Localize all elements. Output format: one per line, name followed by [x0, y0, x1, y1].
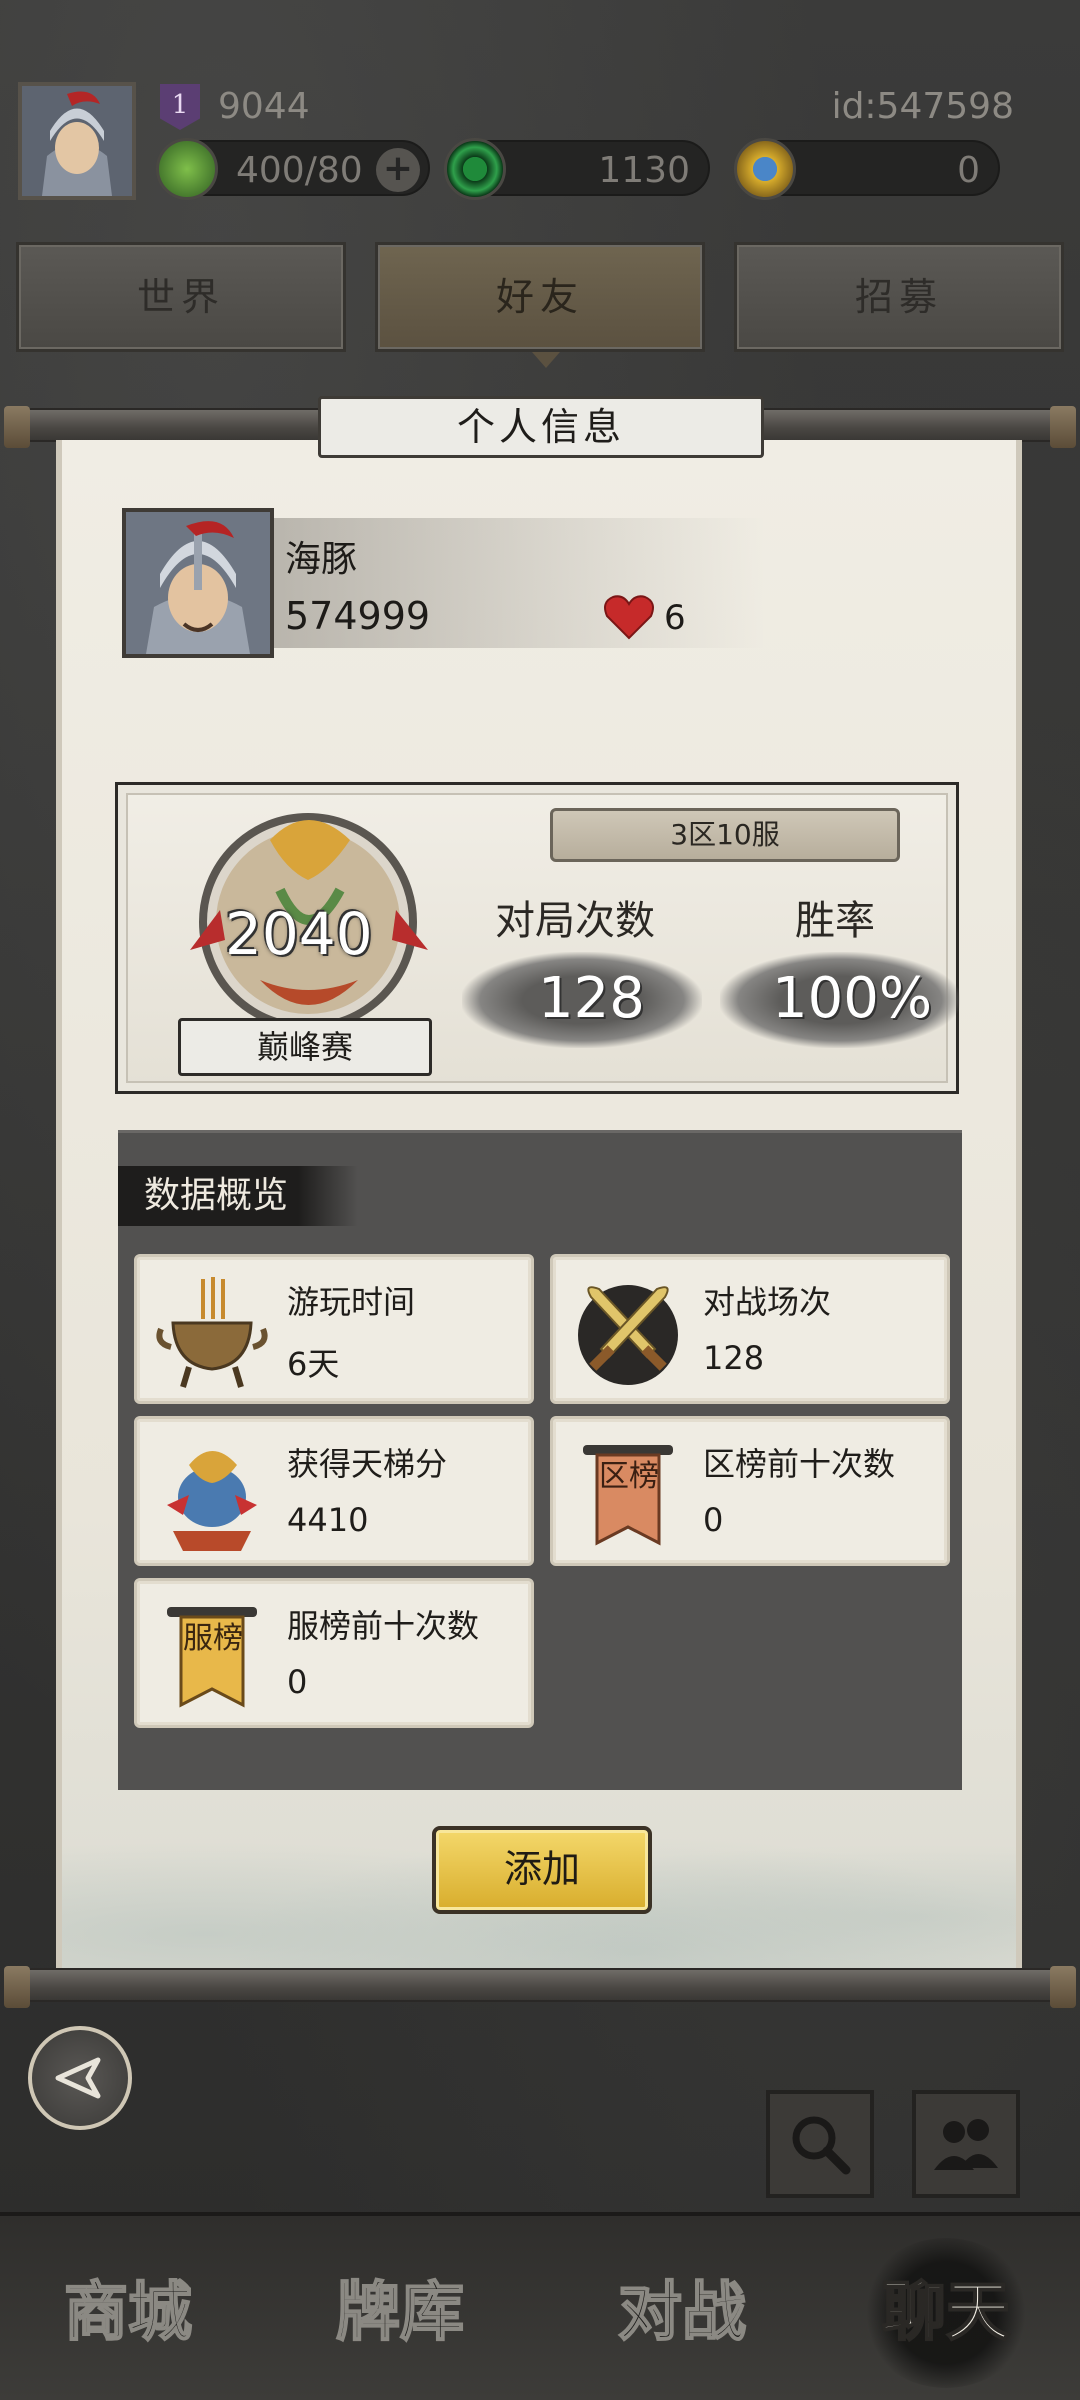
add-stamina-button[interactable]: + — [376, 148, 420, 192]
matches-label: 对局次数 — [495, 898, 655, 944]
stat-value: 4410 — [287, 1501, 369, 1539]
nav-label: 聊天 — [881, 2274, 1011, 2351]
friend-nickname: 海豚 — [285, 539, 358, 580]
back-arrow-icon — [55, 2057, 101, 2099]
player-avatar[interactable] — [18, 82, 136, 200]
nav-shop[interactable]: 商城 — [28, 2238, 228, 2388]
stat-value: 128 — [703, 1339, 765, 1377]
user-id: id:547598 — [831, 86, 1014, 127]
back-button[interactable] — [28, 2026, 132, 2130]
power-value: 9044 — [218, 86, 310, 127]
jade-icon — [444, 138, 506, 200]
stat-name: 获得天梯分 — [287, 1445, 448, 1483]
jade-pill: 1130 — [444, 138, 710, 200]
nav-label: 牌库 — [335, 2274, 465, 2351]
nav-chat[interactable]: 聊天 — [846, 2238, 1046, 2388]
gold-value: 0 — [957, 150, 980, 191]
crossed-swords-icon — [578, 1285, 678, 1385]
coin-icon — [734, 138, 796, 200]
stat-name: 区榜前十次数 — [703, 1445, 896, 1483]
overview-title: 数据概览 — [118, 1166, 358, 1226]
tab-recruit[interactable]: 招募 — [734, 242, 1064, 352]
nav-label: 商城 — [63, 2274, 193, 2351]
incense-burner-icon — [156, 1277, 268, 1388]
likes-count: 6 — [664, 598, 686, 638]
bottom-nav: 商城 牌库 对战 聊天 — [0, 2212, 1080, 2400]
friends-icon — [934, 2119, 998, 2170]
level-badge: 1 — [160, 84, 200, 130]
peak-rank-value: 2040 — [225, 900, 373, 968]
chat-tabs: 世界 好友 招募 — [0, 242, 1080, 368]
top-bar: 1 9044 id:547598 400/80 + 1130 0 — [0, 70, 1080, 210]
matches-value: 128 — [538, 966, 645, 1031]
server-banner-label: 服榜 — [183, 1621, 243, 1656]
stamina-icon — [156, 138, 218, 200]
friend-score: 574999 — [285, 594, 431, 638]
nav-card-library[interactable]: 牌库 — [300, 2238, 500, 2388]
stamina-value: 400/80 — [236, 150, 363, 191]
gold-pill: 0 — [734, 138, 1000, 200]
nav-label: 对战 — [617, 2274, 747, 2351]
stat-card-ladder: 获得天梯分 4410 — [134, 1416, 534, 1566]
tab-world[interactable]: 世界 — [16, 242, 346, 352]
nav-battle[interactable]: 对战 — [582, 2238, 782, 2388]
stat-name: 对战场次 — [703, 1283, 832, 1321]
stat-card-server-top10: 服榜 服榜前十次数 0 — [134, 1578, 534, 1728]
stat-value: 0 — [287, 1663, 308, 1701]
friends-list-button[interactable] — [912, 2090, 1020, 2198]
scroll-bottom-rod — [4, 1966, 1076, 2008]
server-tag: 3区10服 — [550, 808, 900, 862]
stat-card-region-top10: 区榜 区榜前十次数 0 — [550, 1416, 950, 1566]
search-icon — [792, 2116, 851, 2175]
heart-icon — [604, 595, 654, 640]
panel-title: 个人信息 — [318, 396, 764, 458]
winrate-label: 胜率 — [795, 898, 875, 944]
winrate-value: 100% — [772, 966, 933, 1031]
active-tab-pointer — [532, 352, 560, 368]
tab-friends[interactable]: 好友 — [375, 242, 705, 352]
stat-card-battles: 对战场次 128 — [550, 1254, 950, 1404]
stat-name: 服榜前十次数 — [287, 1607, 480, 1645]
stat-value: 0 — [703, 1501, 724, 1539]
stat-value: 6天 — [287, 1345, 340, 1383]
stat-name: 游玩时间 — [287, 1283, 416, 1321]
search-button[interactable] — [766, 2090, 874, 2198]
region-banner-label: 区榜 — [599, 1459, 659, 1494]
dragon-trophy-icon — [167, 1451, 257, 1551]
add-friend-button[interactable]: 添加 — [432, 1826, 652, 1914]
jade-value: 1130 — [598, 150, 690, 191]
friend-avatar — [122, 508, 274, 658]
peak-match-tag: 巅峰赛 — [178, 1018, 432, 1076]
stamina-pill: 400/80 + — [156, 138, 430, 200]
stat-card-playtime: 游玩时间 6天 — [134, 1254, 534, 1404]
